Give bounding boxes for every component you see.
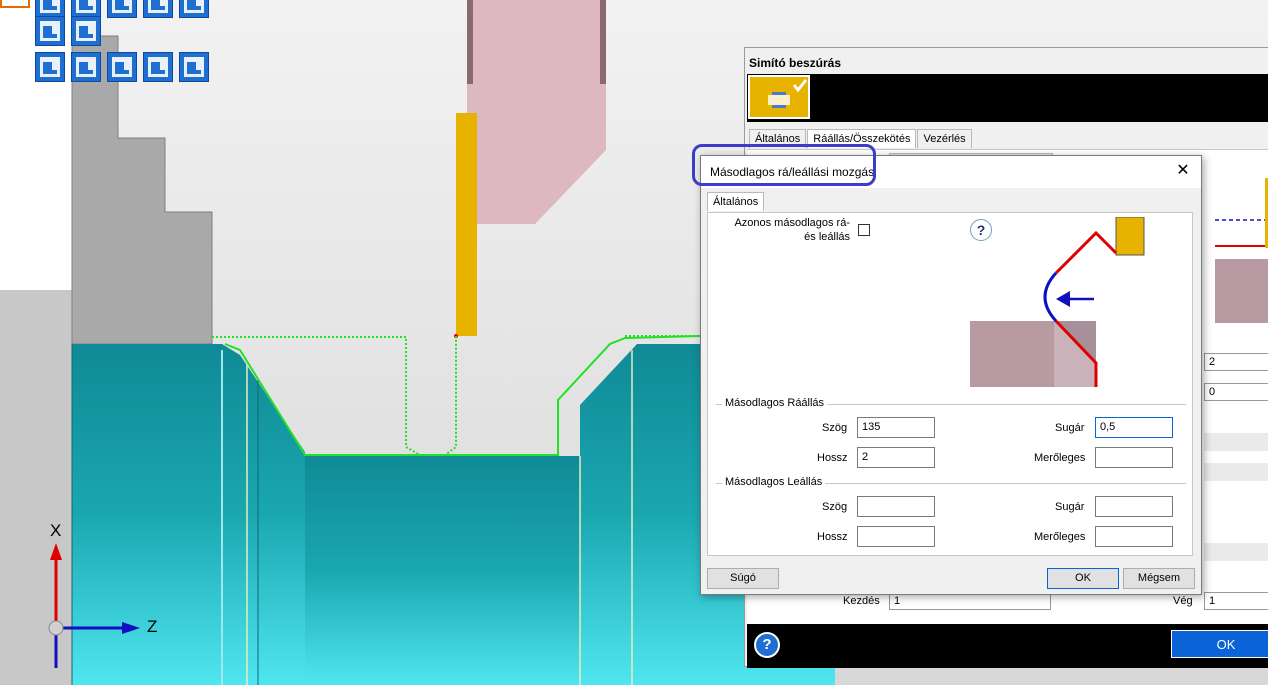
retract-angle-label: Szög	[822, 501, 848, 513]
cutting-tool	[456, 113, 477, 336]
dialog-title: Simító beszúrás	[749, 56, 842, 70]
machine-icon-7[interactable]	[179, 52, 209, 82]
approach-group-title: Másodlagos Ráállás	[722, 397, 828, 409]
right-field-1[interactable]: 2	[1204, 353, 1268, 371]
approach-length-label: Hossz	[817, 452, 848, 464]
window-icon[interactable]	[143, 0, 173, 18]
workpiece-shape	[970, 321, 1054, 387]
retract-group-title: Másodlagos Leállás	[722, 476, 826, 488]
machine-icon-2[interactable]	[71, 16, 101, 46]
general-panel: Azonos másodlagos rá- és leállás ? Másod…	[707, 212, 1193, 556]
right-field-2[interactable]: 0	[1204, 383, 1268, 401]
check-icon	[768, 79, 808, 108]
background-ok-button[interactable]: OK	[1171, 630, 1268, 658]
retract-length-input[interactable]	[857, 526, 935, 547]
approach-angle-input[interactable]: 135	[857, 417, 935, 438]
machine-icon-1[interactable]	[35, 16, 65, 46]
tool-shape	[1115, 217, 1145, 256]
approach-perpendicular-label: Merőleges	[1034, 452, 1086, 464]
close-icon[interactable]: ✕	[1173, 161, 1193, 181]
retract-radius-label: Sugár	[1055, 501, 1085, 513]
machine-icon-5[interactable]	[107, 52, 137, 82]
tab-general[interactable]: Általános	[707, 192, 765, 211]
start-label: Kezdés	[843, 595, 880, 607]
machine-icon-3[interactable]	[35, 52, 65, 82]
machine-icon-4[interactable]	[71, 52, 101, 82]
same-approach-checkbox[interactable]	[858, 224, 870, 236]
approach-illustration	[970, 217, 1145, 387]
retract-angle-input[interactable]	[857, 496, 935, 517]
same-approach-label: Azonos másodlagos rá- és leállás	[734, 217, 850, 243]
title-highlight	[692, 144, 876, 186]
toolbar-icon-5[interactable]	[179, 0, 209, 18]
ok-button[interactable]: OK	[1047, 568, 1119, 589]
tab-control[interactable]: Vezérlés	[917, 129, 972, 148]
approach-angle-label: Szög	[822, 422, 848, 434]
approach-length-input[interactable]: 2	[857, 447, 935, 468]
help-button[interactable]: Súgó	[707, 568, 779, 589]
approach-perpendicular-input[interactable]	[1095, 447, 1173, 468]
search-icon[interactable]	[107, 0, 137, 18]
x-axis-label: X	[50, 521, 62, 540]
operation-badge[interactable]	[748, 75, 810, 119]
radius-arc	[1043, 271, 1058, 323]
retract-perpendicular-label: Merőleges	[1034, 531, 1086, 543]
dialog-tabs: Általános	[707, 192, 765, 211]
end-label: Vég	[1173, 595, 1193, 607]
left-gray-area	[0, 290, 75, 685]
approach-radius-label: Sugár	[1055, 422, 1085, 434]
arrow-left-icon	[1056, 291, 1070, 307]
preview-graphic	[1215, 178, 1268, 323]
retract-length-label: Hossz	[817, 531, 848, 543]
approach-radius-input[interactable]: 0,5	[1095, 417, 1173, 438]
secondary-approach-dialog: Másodlagos rá/leállási mozgás ✕ Általáno…	[700, 155, 1202, 595]
help-icon[interactable]: ?	[754, 632, 780, 658]
retract-radius-input[interactable]	[1095, 496, 1173, 517]
z-axis-label: Z	[147, 617, 158, 636]
cancel-button[interactable]: Mégsem	[1123, 568, 1195, 589]
end-field[interactable]: 1	[1204, 592, 1268, 610]
machine-icon-6[interactable]	[143, 52, 173, 82]
operation-bar	[747, 74, 1268, 122]
workpiece-groove	[305, 456, 580, 685]
retract-perpendicular-input[interactable]	[1095, 526, 1173, 547]
